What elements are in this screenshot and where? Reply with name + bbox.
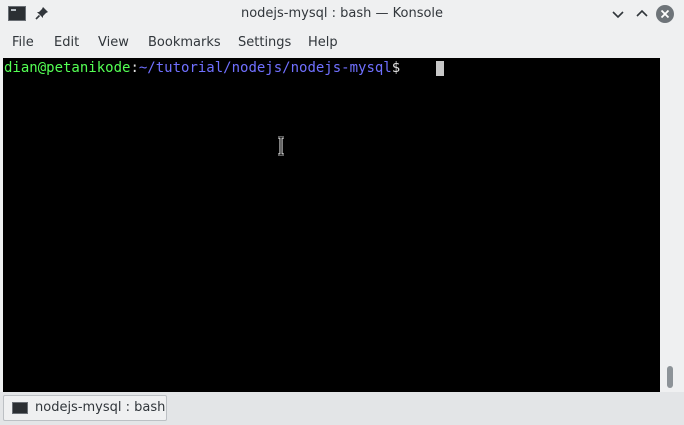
prompt-user-host: dian@petanikode <box>4 60 131 76</box>
menu-settings[interactable]: Settings <box>238 34 291 52</box>
maximize-button[interactable] <box>633 5 651 23</box>
menu-help[interactable]: Help <box>308 34 338 52</box>
prompt-colon: : <box>130 60 139 76</box>
terminal-icon <box>12 402 28 414</box>
tab-nodejs-mysql-bash[interactable]: nodejs-mysql : bash <box>3 395 167 421</box>
tab-label: nodejs-mysql : bash <box>35 400 166 415</box>
prompt-path: ~/tutorial/nodejs/nodejs-mysql <box>138 60 392 76</box>
title-bar[interactable]: nodejs-mysql : bash — Konsole <box>0 0 684 28</box>
menu-bookmarks[interactable]: Bookmarks <box>148 34 221 52</box>
terminal-cursor <box>436 61 444 76</box>
menu-file[interactable]: File <box>12 34 34 52</box>
window-title: nodejs-mysql : bash — Konsole <box>240 6 444 21</box>
menu-view[interactable]: View <box>98 34 129 52</box>
text-cursor-icon <box>278 136 284 156</box>
tab-bar: nodejs-mysql : bash <box>0 392 684 425</box>
prompt-symbol: $ <box>391 60 401 76</box>
menu-bar: File Edit View Bookmarks Settings Help <box>0 30 684 56</box>
terminal-scrollbar[interactable] <box>661 58 681 392</box>
close-button[interactable] <box>656 5 674 23</box>
terminal-area[interactable]: dian@petanikode:~/tutorial/nodejs/nodejs… <box>3 58 660 392</box>
minimize-button[interactable] <box>609 5 627 23</box>
scrollbar-thumb[interactable] <box>667 366 673 388</box>
prompt-line: dian@petanikode:~/tutorial/nodejs/nodejs… <box>4 59 400 77</box>
menu-edit[interactable]: Edit <box>54 34 79 52</box>
